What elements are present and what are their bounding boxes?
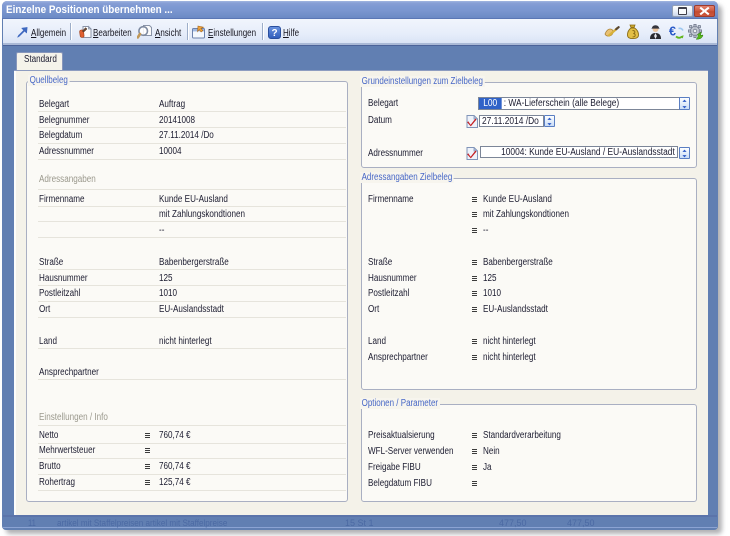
- svg-text:€: €: [669, 25, 676, 39]
- svg-text:?: ?: [271, 28, 277, 39]
